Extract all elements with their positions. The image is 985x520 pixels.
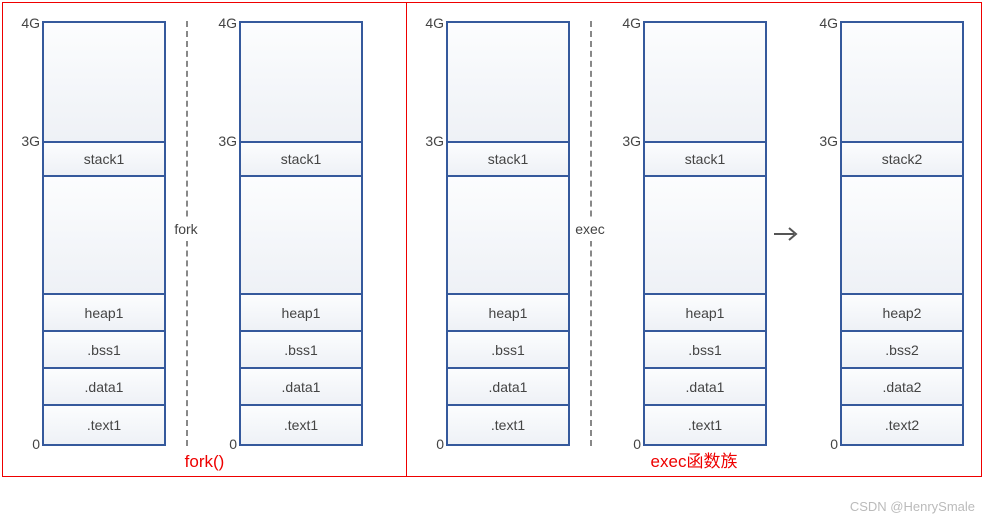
seg-kernel <box>241 23 361 141</box>
tick-0: 0 <box>830 436 838 452</box>
axis-labels: 4G 3G 0 <box>807 21 840 446</box>
panel-caption-exec: exec函数族 <box>651 447 738 472</box>
tick-4g: 4G <box>21 15 40 31</box>
seg-bss: .bss1 <box>645 330 765 367</box>
divider-label: exec <box>573 217 607 241</box>
tick-3g: 3G <box>622 133 641 149</box>
memory-column: stack1 heap1 .bss1 .data1 .text1 <box>446 21 570 446</box>
memory-column: stack1 heap1 .bss1 .data1 .text1 <box>239 21 363 446</box>
divider-label: fork <box>172 217 199 241</box>
seg-stack: stack1 <box>44 141 164 175</box>
axis-labels: 4G 3G 0 <box>413 21 446 446</box>
column-4: 4G 3G 0 stack1 heap1 .bss1 .data1 .text1 <box>610 21 767 446</box>
seg-heap: heap1 <box>448 293 568 330</box>
seg-text: .text1 <box>241 404 361 444</box>
seg-data: .data1 <box>241 367 361 404</box>
memory-column: stack1 heap1 .bss1 .data1 .text1 <box>643 21 767 446</box>
tick-4g: 4G <box>218 15 237 31</box>
seg-text: .text1 <box>44 404 164 444</box>
seg-kernel <box>842 23 962 141</box>
seg-kernel <box>44 23 164 141</box>
divider-exec: exec <box>570 21 610 446</box>
panel-caption-fork: fork() <box>185 452 225 472</box>
seg-gap <box>241 175 361 293</box>
tick-3g: 3G <box>819 133 838 149</box>
seg-bss: .bss1 <box>44 330 164 367</box>
panel-exec: 4G 3G 0 stack1 heap1 .bss1 .data1 .text1… <box>406 2 982 477</box>
seg-bss: .bss2 <box>842 330 962 367</box>
tick-3g: 3G <box>218 133 237 149</box>
diagram-root: 4G 3G 0 stack1 heap1 .bss1 .data1 .text1… <box>0 0 985 477</box>
arrow-right-icon <box>772 224 802 244</box>
divider-fork: fork <box>166 21 206 446</box>
seg-kernel <box>645 23 765 141</box>
axis-labels: 4G 3G 0 <box>610 21 643 446</box>
tick-4g: 4G <box>622 15 641 31</box>
seg-gap <box>448 175 568 293</box>
seg-kernel <box>448 23 568 141</box>
tick-3g: 3G <box>21 133 40 149</box>
seg-gap <box>842 175 962 293</box>
tick-4g: 4G <box>819 15 838 31</box>
column-5: 4G 3G 0 stack2 heap2 .bss2 .data2 .text2 <box>807 21 964 446</box>
tick-0: 0 <box>32 436 40 452</box>
memory-column: stack2 heap2 .bss2 .data2 .text2 <box>840 21 964 446</box>
seg-heap: heap1 <box>44 293 164 330</box>
seg-text: .text2 <box>842 404 962 444</box>
seg-heap: heap1 <box>241 293 361 330</box>
seg-gap <box>44 175 164 293</box>
column-1: 4G 3G 0 stack1 heap1 .bss1 .data1 .text1 <box>9 21 166 446</box>
seg-text: .text1 <box>448 404 568 444</box>
axis-labels: 4G 3G 0 <box>9 21 42 446</box>
seg-bss: .bss1 <box>448 330 568 367</box>
seg-heap: heap2 <box>842 293 962 330</box>
seg-data: .data1 <box>645 367 765 404</box>
tick-0: 0 <box>229 436 237 452</box>
tick-4g: 4G <box>425 15 444 31</box>
seg-data: .data1 <box>448 367 568 404</box>
seg-data: .data2 <box>842 367 962 404</box>
seg-bss: .bss1 <box>241 330 361 367</box>
seg-stack: stack1 <box>448 141 568 175</box>
seg-stack: stack2 <box>842 141 962 175</box>
memory-column: stack1 heap1 .bss1 .data1 .text1 <box>42 21 166 446</box>
seg-stack: stack1 <box>241 141 361 175</box>
seg-text: .text1 <box>645 404 765 444</box>
tick-0: 0 <box>633 436 641 452</box>
column-2: 4G 3G 0 stack1 heap1 .bss1 .data1 .text1 <box>206 21 363 446</box>
arrow-exec <box>767 21 807 446</box>
tick-3g: 3G <box>425 133 444 149</box>
seg-gap <box>645 175 765 293</box>
seg-heap: heap1 <box>645 293 765 330</box>
seg-data: .data1 <box>44 367 164 404</box>
watermark: CSDN @HenrySmale <box>850 499 975 514</box>
column-3: 4G 3G 0 stack1 heap1 .bss1 .data1 .text1 <box>413 21 570 446</box>
tick-0: 0 <box>436 436 444 452</box>
panel-fork: 4G 3G 0 stack1 heap1 .bss1 .data1 .text1… <box>2 2 407 477</box>
seg-stack: stack1 <box>645 141 765 175</box>
axis-labels: 4G 3G 0 <box>206 21 239 446</box>
